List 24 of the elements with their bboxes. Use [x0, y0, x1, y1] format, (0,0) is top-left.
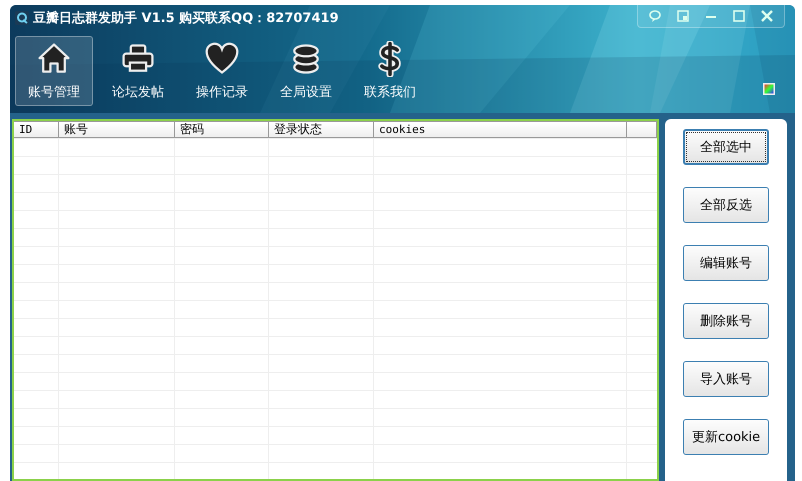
- close-icon[interactable]: [760, 9, 774, 23]
- action-button[interactable]: 编辑账号: [683, 245, 770, 281]
- toolbar-tab[interactable]: 操作记录: [183, 36, 261, 106]
- app-logo-icon: [15, 11, 29, 25]
- toolbar-tab[interactable]: 论坛发帖: [99, 36, 177, 106]
- column-header[interactable]: cookies: [374, 121, 627, 138]
- action-button[interactable]: 导入账号: [683, 361, 770, 397]
- toolbar-tab[interactable]: 账号管理: [15, 36, 93, 106]
- toolbar-tab[interactable]: 联系我们: [351, 36, 429, 106]
- window-skin-icon[interactable]: [676, 9, 690, 23]
- column-header[interactable]: 账号: [59, 121, 175, 138]
- color-palette-icon[interactable]: [763, 83, 775, 95]
- action-button[interactable]: 全部选中: [683, 129, 770, 165]
- column-header[interactable]: ID: [14, 121, 59, 138]
- action-button[interactable]: 删除账号: [683, 303, 770, 339]
- column-header[interactable]: [627, 121, 658, 138]
- window-title: 豆瓣日志群发助手 V1.5 购买联系QQ：82707419: [33, 10, 339, 27]
- toolbar-tab[interactable]: 全局设置: [267, 36, 345, 106]
- column-header[interactable]: 密码: [175, 121, 269, 138]
- column-header[interactable]: 登录状态: [269, 121, 374, 138]
- chat-bubble-icon[interactable]: [648, 9, 662, 23]
- action-button[interactable]: 更新cookie: [683, 419, 770, 455]
- action-button[interactable]: 全部反选: [683, 187, 770, 223]
- maximize-icon[interactable]: [732, 9, 746, 23]
